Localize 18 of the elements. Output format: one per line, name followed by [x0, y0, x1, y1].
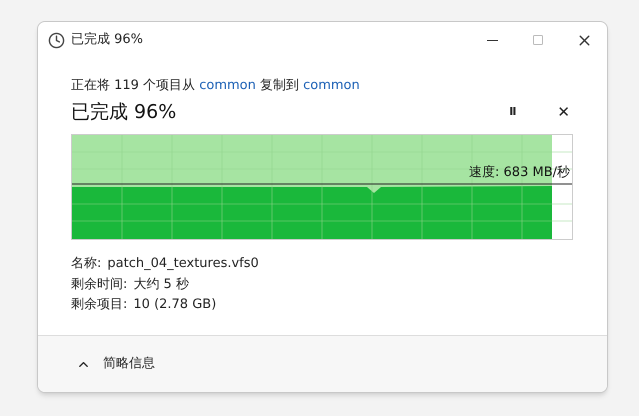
folder-link[interactable]: common [303, 76, 360, 96]
detail-value: patch_04_textures.vfs0 [107, 255, 259, 273]
clock-icon [48, 32, 65, 48]
maximize-icon [532, 34, 544, 46]
detail-label: 剩余项目: [71, 296, 128, 314]
speed-label: 速度: 683 MB/秒 [469, 164, 570, 182]
copy-description: 复制到 [258, 77, 300, 95]
detail-value: 大约 5 秒 [133, 276, 189, 294]
detail-value: 10 (2.78 GB) [133, 296, 216, 314]
less-details-button[interactable]: 简略信息 [76, 354, 155, 374]
progress-heading: 已完成 96% [71, 100, 176, 124]
cancel-button[interactable]: ✕ [557, 100, 570, 123]
folder-link[interactable]: common [199, 76, 256, 96]
detail-label: 剩余时间: [71, 276, 128, 294]
window-title: 已完成 96% [71, 31, 144, 50]
detail-label: 名称: [71, 255, 102, 273]
pause-button[interactable]: II [509, 104, 516, 120]
copy-description: 正在将 119 个项目从 [71, 77, 196, 95]
